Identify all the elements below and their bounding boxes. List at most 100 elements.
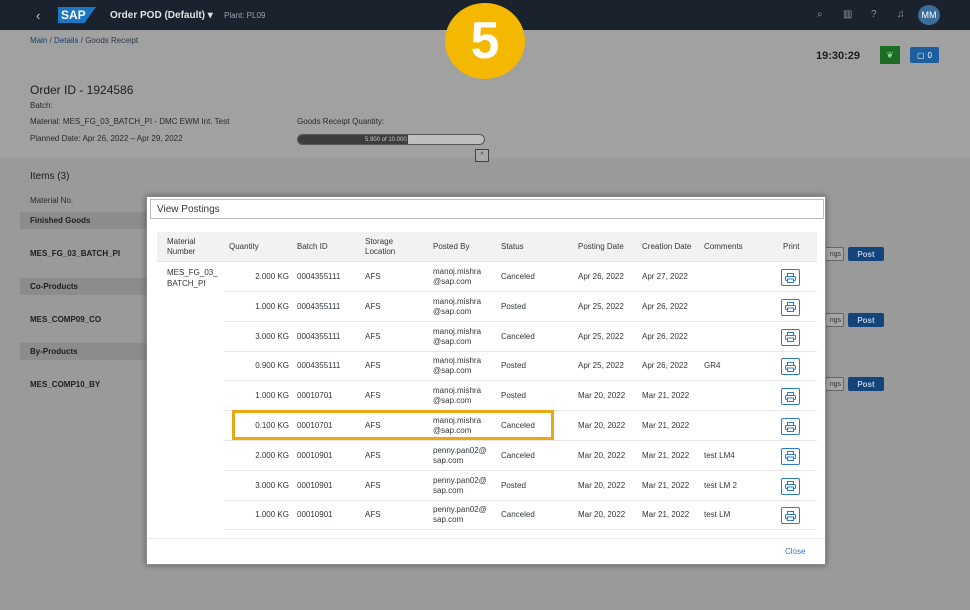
user-avatar[interactable]: MM: [918, 5, 940, 25]
print-button[interactable]: [781, 388, 800, 406]
close-button[interactable]: Close: [785, 547, 805, 556]
collapse-header-icon[interactable]: ^: [475, 149, 489, 162]
printer-icon: [785, 332, 796, 343]
col-posting-date: Posting Date: [578, 242, 624, 251]
posted-by-cell: manoj.mishra @sap.com: [433, 351, 481, 381]
creation-date-cell: Mar 21, 2022: [642, 480, 690, 490]
group-finished-goods: Finished Goods: [30, 216, 91, 225]
dialog-footer: [147, 538, 825, 539]
storage-location-cell: AFS: [365, 301, 381, 311]
comments-cell: GR4: [704, 361, 721, 371]
posted-by-cell: penny.pan02@ sap.com: [433, 500, 487, 530]
status-cell: Canceled: [501, 272, 535, 281]
posted-by-domain: @sap.com: [433, 396, 472, 406]
breadcrumb-separator: /: [49, 36, 52, 45]
notifications-button[interactable]: ▢ 0: [910, 47, 939, 63]
creation-date-cell: Mar 21, 2022: [642, 450, 690, 460]
table-row: 3.000 KG 00010901 AFS penny.pan02@ sap.com Po…: [157, 471, 817, 501]
table-row: 1.000 KG 0004355111 AFS manoj.mishra @sap.co…: [157, 292, 817, 322]
batch-label: Batch:: [30, 101, 53, 110]
table-row: 2.000 KG 00010901 AFS penny.pan02@ sap.com Ca…: [157, 441, 817, 471]
status-cell: Posted: [501, 391, 526, 401]
print-button[interactable]: [781, 269, 800, 286]
item-material: MES_COMP09_CO: [30, 315, 102, 324]
creation-date-cell: Mar 21, 2022: [642, 510, 690, 520]
posted-by-user: penny.pan02@: [433, 445, 487, 455]
post-button[interactable]: Post: [848, 247, 884, 261]
posted-by-cell: manoj.mishra @sap.com: [433, 322, 481, 352]
printer-icon: [785, 510, 796, 521]
posted-by-domain: @sap.com: [433, 277, 472, 286]
posting-date-cell: Apr 25, 2022: [578, 361, 624, 371]
breadcrumb-current: Goods Receipt: [85, 36, 139, 45]
chart-icon[interactable]: ▥: [843, 9, 852, 20]
material-label: Material: MES_FG_03_BATCH_PI - DMC EWM I…: [30, 117, 230, 126]
creation-date-cell: Mar 21, 2022: [642, 391, 690, 401]
breadcrumb-details[interactable]: Details: [54, 36, 78, 45]
help-icon[interactable]: ?: [871, 9, 877, 20]
search-icon[interactable]: ⌕: [817, 9, 823, 20]
printer-icon: [785, 421, 796, 432]
posted-by-cell: manoj.mishra @sap.com: [433, 292, 481, 322]
batch-id-cell: 0004355111: [297, 272, 341, 281]
storage-location-cell: AFS: [365, 450, 381, 460]
posted-by-domain: @sap.com: [433, 306, 472, 316]
batch-id-cell: 0004355111: [297, 301, 341, 311]
column-material-no: Material No.: [30, 196, 74, 205]
storage-location-cell: AFS: [365, 510, 381, 520]
comments-cell: test LM4: [704, 450, 735, 460]
print-button[interactable]: [781, 418, 800, 435]
leaf-icon[interactable]: ❦: [880, 46, 900, 64]
posting-date-cell: Mar 20, 2022: [578, 510, 626, 520]
storage-location-cell: AFS: [365, 361, 381, 371]
status-cell: Posted: [501, 301, 526, 311]
posted-by-cell: manoj.mishra @sap.com: [433, 262, 481, 292]
printer-icon: [785, 302, 796, 313]
col-status: Status: [501, 242, 524, 251]
breadcrumb: Main / Details / Goods Receipt: [30, 36, 138, 45]
posted-by-domain: sap.com: [433, 455, 464, 465]
status-cell: Canceled: [501, 510, 535, 520]
posting-date-cell: Apr 25, 2022: [578, 301, 624, 311]
back-icon[interactable]: ‹: [36, 8, 40, 23]
batch-id-cell: 00010901: [297, 480, 333, 490]
storage-location-cell: AFS: [365, 480, 381, 490]
breadcrumb-separator: /: [80, 36, 83, 45]
print-button[interactable]: [781, 328, 800, 346]
col-comments: Comments: [704, 242, 743, 251]
posting-date-cell: Apr 26, 2022: [578, 272, 624, 281]
printer-icon: [785, 272, 796, 283]
dialog-title: View Postings: [150, 199, 824, 219]
table-header: Material Number Quantity Batch ID Storag…: [157, 232, 817, 262]
posted-by-domain: @sap.com: [433, 336, 472, 346]
post-button[interactable]: Post: [848, 313, 884, 327]
breadcrumb-main[interactable]: Main: [30, 36, 47, 45]
posting-date-cell: Mar 20, 2022: [578, 480, 626, 490]
print-button[interactable]: [781, 298, 800, 316]
post-button[interactable]: Post: [848, 377, 884, 391]
posted-by-domain: sap.com: [433, 485, 464, 495]
print-button[interactable]: [781, 447, 800, 465]
print-button[interactable]: [781, 507, 800, 525]
posted-by-user: manoj.mishra: [433, 296, 482, 306]
batch-id-cell: 00010901: [297, 510, 333, 520]
batch-id-cell: 00010701: [297, 391, 333, 401]
message-icon: ▢: [916, 50, 925, 60]
status-cell: Posted: [501, 361, 526, 371]
printer-icon: [785, 451, 796, 462]
posted-by-domain: sap.com: [433, 515, 464, 525]
view-postings-dialog: View Postings Material Number Quantity B…: [146, 196, 826, 565]
grq-progress-text: 5.900 of 10.000 KG: [364, 137, 418, 143]
grq-label: Goods Receipt Quantity:: [297, 117, 385, 126]
print-button[interactable]: [781, 358, 800, 376]
printer-icon: [785, 481, 796, 492]
print-button[interactable]: [781, 477, 800, 495]
item-material: MES_COMP10_BY: [30, 380, 101, 389]
app-title-menu[interactable]: Order POD (Default) ▾: [110, 10, 213, 21]
posted-by-user: penny.pan02@: [433, 505, 487, 515]
clock: 19:30:29: [816, 50, 861, 62]
items-title: Items (3): [30, 171, 70, 182]
posted-by-user: penny.pan02@: [433, 475, 487, 485]
bell-icon[interactable]: ♫: [897, 9, 905, 20]
col-print: Print: [783, 242, 800, 251]
